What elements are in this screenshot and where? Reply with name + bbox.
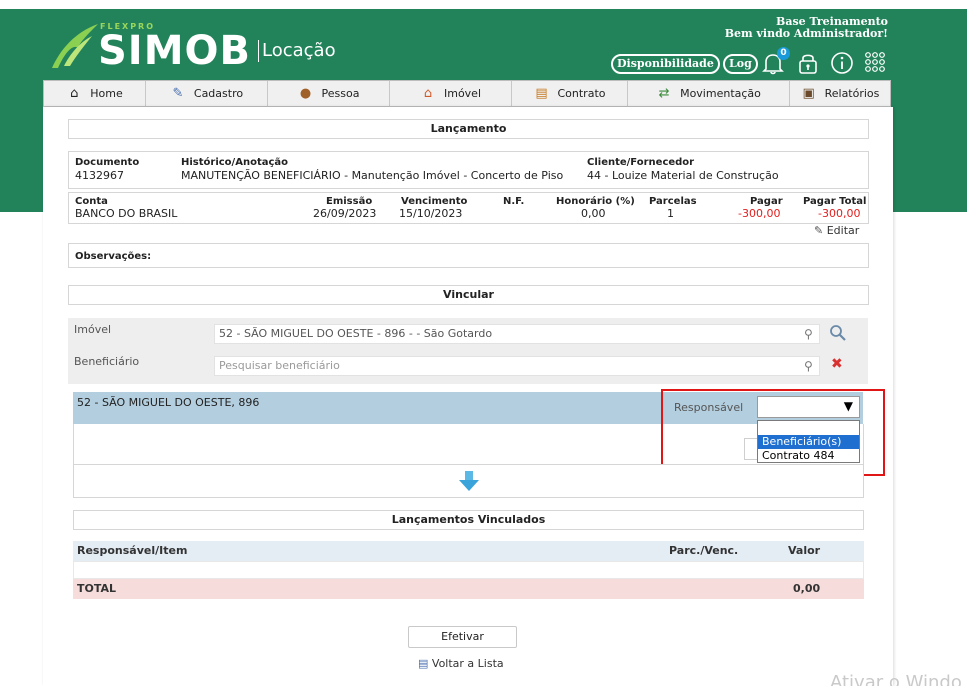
- nav-imovel-label: Imóvel: [443, 87, 482, 100]
- col-parc-venc: Parc./Venc.: [669, 544, 739, 557]
- notification-badge: 0: [777, 47, 790, 60]
- pen-icon: ✎: [172, 86, 184, 101]
- emissao-value: 26/09/2023: [313, 207, 377, 220]
- col-responsavel: Responsável/Item: [77, 544, 188, 557]
- conta-value: BANCO DO BRASIL: [75, 207, 178, 220]
- nav-home[interactable]: ⌂ Home: [44, 81, 146, 106]
- nav-movimentacao[interactable]: ⇄ Movimentação: [628, 81, 790, 106]
- emissao-label: Emissão: [326, 196, 373, 207]
- lancamento-title: Lançamento: [68, 119, 869, 139]
- editar-label: Editar: [826, 224, 860, 237]
- clear-icon[interactable]: ✖: [831, 356, 843, 372]
- pagar-total-label: Pagar Total: [803, 196, 867, 207]
- cliente-value: 44 - Louize Material de Construção: [587, 169, 779, 182]
- historico-label: Histórico/Anotação: [181, 157, 289, 168]
- transfer-icon: ⇄: [658, 86, 670, 101]
- vincular-panel: Imóvel 52 - SÃO MIGUEL DO OESTE - 896 - …: [68, 318, 868, 384]
- vinculados-total-row: TOTAL 0,00: [73, 579, 864, 599]
- vencimento-value: 15/10/2023: [399, 207, 463, 220]
- info-icon[interactable]: [829, 50, 855, 76]
- pencil-icon: ✎: [814, 224, 824, 237]
- nav-movimentacao-label: Movimentação: [680, 87, 761, 100]
- cliente-label: Cliente/Fornecedor: [587, 157, 695, 168]
- welcome-text: Bem vindo Administrador!: [724, 27, 888, 40]
- main-nav: ⌂ Home ✎ Cadastro ● Pessoa ⌂ Imóvel ▤ Co…: [43, 80, 891, 107]
- beneficiario-search-icon[interactable]: ⚲: [804, 359, 813, 373]
- voltar-link[interactable]: ▤ Voltar a Lista: [418, 657, 504, 670]
- lancamento-values-row: Conta BANCO DO BRASIL Emissão 26/09/2023…: [68, 192, 869, 224]
- nav-cadastro[interactable]: ✎ Cadastro: [146, 81, 268, 106]
- nav-pessoa-label: Pessoa: [321, 87, 360, 100]
- log-button[interactable]: Log: [723, 54, 758, 74]
- pagar-label: Pagar: [750, 196, 783, 207]
- pagar-total-value: -300,00: [818, 207, 861, 220]
- pagar-value: -300,00: [738, 207, 781, 220]
- nav-relatorios[interactable]: ▣ Relatórios: [790, 81, 890, 106]
- nav-contrato[interactable]: ▤ Contrato: [512, 81, 628, 106]
- imovel-search-icon[interactable]: ⚲: [804, 327, 813, 341]
- nav-pessoa[interactable]: ● Pessoa: [268, 81, 390, 106]
- nav-imovel[interactable]: ⌂ Imóvel: [390, 81, 512, 106]
- beneficiario-input[interactable]: Pesquisar beneficiário: [214, 356, 820, 376]
- disponibilidade-button[interactable]: Disponibilidade: [611, 54, 720, 74]
- parcelas-label: Parcelas: [649, 196, 697, 207]
- highlight-outline: [661, 389, 885, 476]
- documento-label: Documento: [75, 157, 140, 168]
- conta-label: Conta: [75, 196, 108, 207]
- list-icon: ▤: [418, 657, 429, 670]
- observacoes-box: Observações:: [68, 243, 869, 268]
- editar-link[interactable]: ✎ Editar: [814, 224, 859, 237]
- honorario-label: Honorário (%): [556, 196, 635, 207]
- parcelas-value: 1: [667, 207, 674, 220]
- windows-watermark: Ativar o Windo: [830, 672, 962, 686]
- content-panel: Lançamento Documento 4132967 Histórico/A…: [43, 107, 893, 686]
- col-valor: Valor: [788, 544, 821, 557]
- vinculados-title: Lançamentos Vinculados: [73, 510, 864, 530]
- apps-grid-icon[interactable]: [862, 50, 888, 76]
- person-icon: ●: [299, 86, 312, 101]
- imovel-lookup-icon[interactable]: [829, 324, 847, 342]
- document-icon: ▤: [535, 86, 548, 101]
- total-value: 0,00: [793, 582, 821, 595]
- honorario-value: 0,00: [581, 207, 606, 220]
- observacoes-label: Observações:: [75, 251, 152, 262]
- nav-cadastro-label: Cadastro: [193, 87, 244, 100]
- selected-item-text: 52 - SÃO MIGUEL DO OESTE, 896: [77, 396, 260, 409]
- logo-leaf-icon: [52, 24, 98, 68]
- lock-icon[interactable]: [795, 50, 821, 76]
- historico-value: MANUTENÇÃO BENEFICIÁRIO - Manutenção Imó…: [181, 169, 564, 182]
- logo-module: Locação: [258, 40, 336, 62]
- report-icon: ▣: [802, 86, 815, 101]
- arrow-down-icon[interactable]: [458, 470, 480, 492]
- nav-contrato-label: Contrato: [557, 87, 606, 100]
- nav-relatorios-label: Relatórios: [824, 87, 880, 100]
- efetivar-button[interactable]: Efetivar: [408, 626, 517, 648]
- vincular-title: Vincular: [68, 285, 869, 305]
- home-icon: ⌂: [70, 86, 79, 101]
- beneficiario-label: Beneficiário: [74, 355, 140, 368]
- lancamento-doc-row: Documento 4132967 Histórico/Anotação MAN…: [68, 151, 869, 189]
- vinculados-empty-row: [73, 561, 864, 579]
- logo-name: SIMOB: [98, 28, 251, 74]
- imovel-label: Imóvel: [74, 323, 112, 336]
- house-icon: ⌂: [423, 86, 433, 101]
- voltar-label: Voltar a Lista: [431, 657, 504, 670]
- vencimento-label: Vencimento: [401, 196, 468, 207]
- total-label: TOTAL: [77, 582, 117, 595]
- imovel-input[interactable]: 52 - SÃO MIGUEL DO OESTE - 896 - - São G…: [214, 324, 820, 344]
- nf-label: N.F.: [503, 196, 525, 207]
- documento-value: 4132967: [75, 169, 124, 182]
- nav-home-label: Home: [90, 87, 123, 100]
- arrow-row: [73, 464, 864, 498]
- vinculados-header: Responsável/Item Parc./Venc. Valor: [73, 541, 864, 561]
